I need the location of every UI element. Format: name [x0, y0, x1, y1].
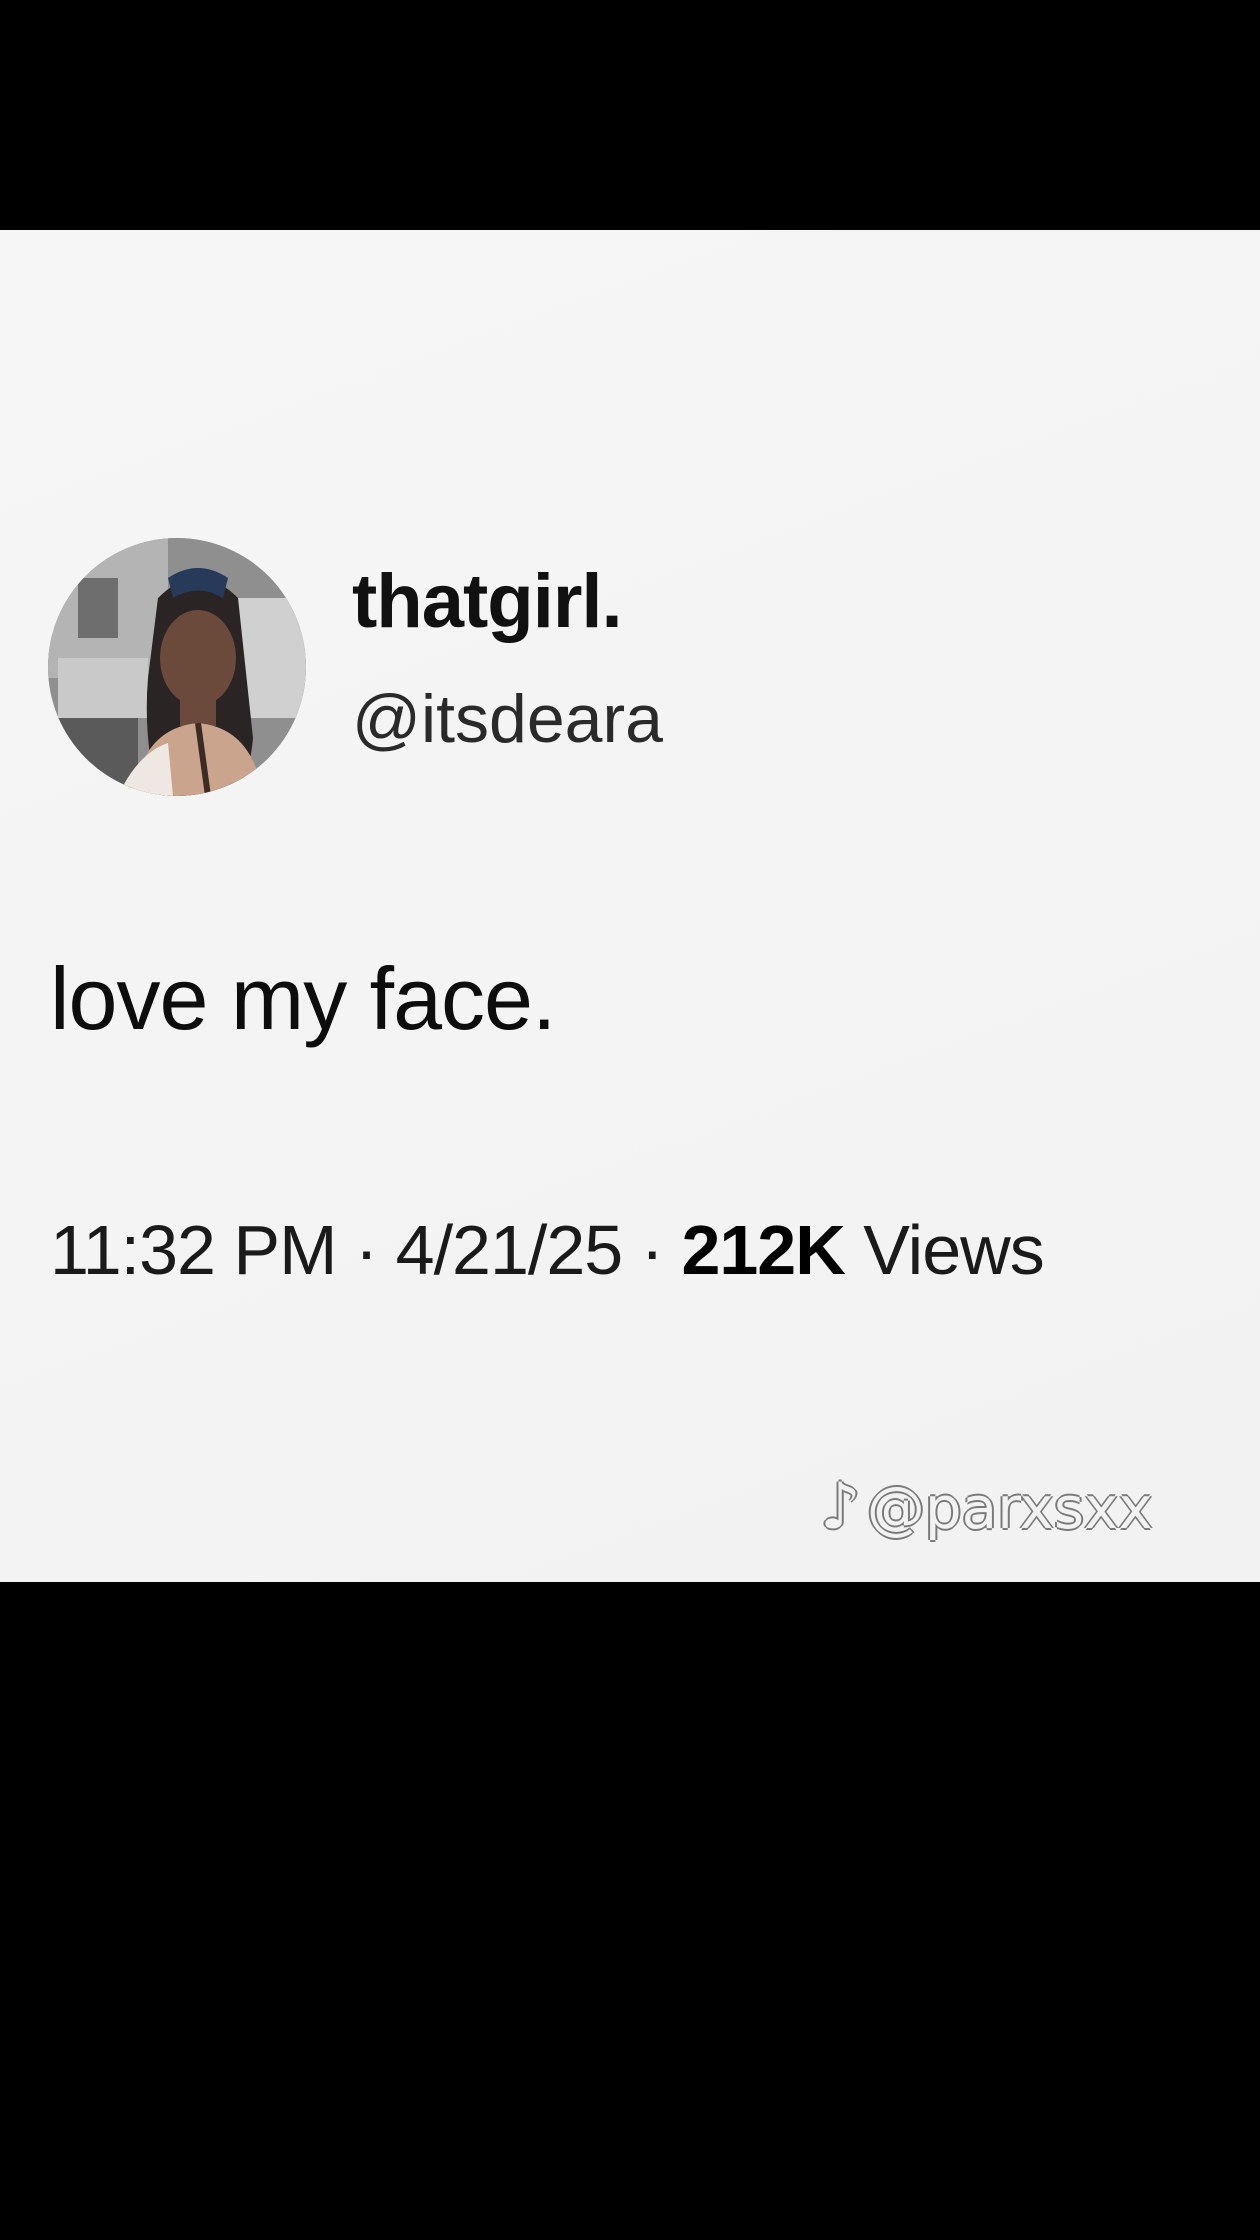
views-count: 212K [681, 1211, 845, 1289]
tweet-date[interactable]: 4/21/25 [396, 1211, 624, 1289]
letterbox-bottom [0, 1582, 1260, 2240]
meta-separator: · [354, 1211, 378, 1289]
tweet-text: love my face. [50, 949, 556, 1048]
tweet-meta: 11:32 PM · 4/21/25 · 212K Views [50, 1210, 1045, 1290]
avatar[interactable] [48, 538, 306, 796]
watermark-handle: @parxsxx [866, 1474, 1153, 1542]
tweet-time[interactable]: 11:32 PM [50, 1211, 337, 1289]
profile-photo-icon [48, 538, 306, 796]
display-name[interactable]: thatgirl. [352, 558, 623, 645]
user-handle[interactable]: @itsdeara [352, 680, 663, 758]
views-label: Views [863, 1211, 1044, 1289]
meta-separator: · [640, 1211, 664, 1289]
tiktok-icon: ♪ [820, 1470, 861, 1544]
tweet-card: thatgirl. @itsdeara love my face. 11:32 … [0, 230, 1260, 1582]
letterbox-top [0, 0, 1260, 230]
tiktok-watermark: ♪ @parxsxx [820, 1470, 1153, 1544]
